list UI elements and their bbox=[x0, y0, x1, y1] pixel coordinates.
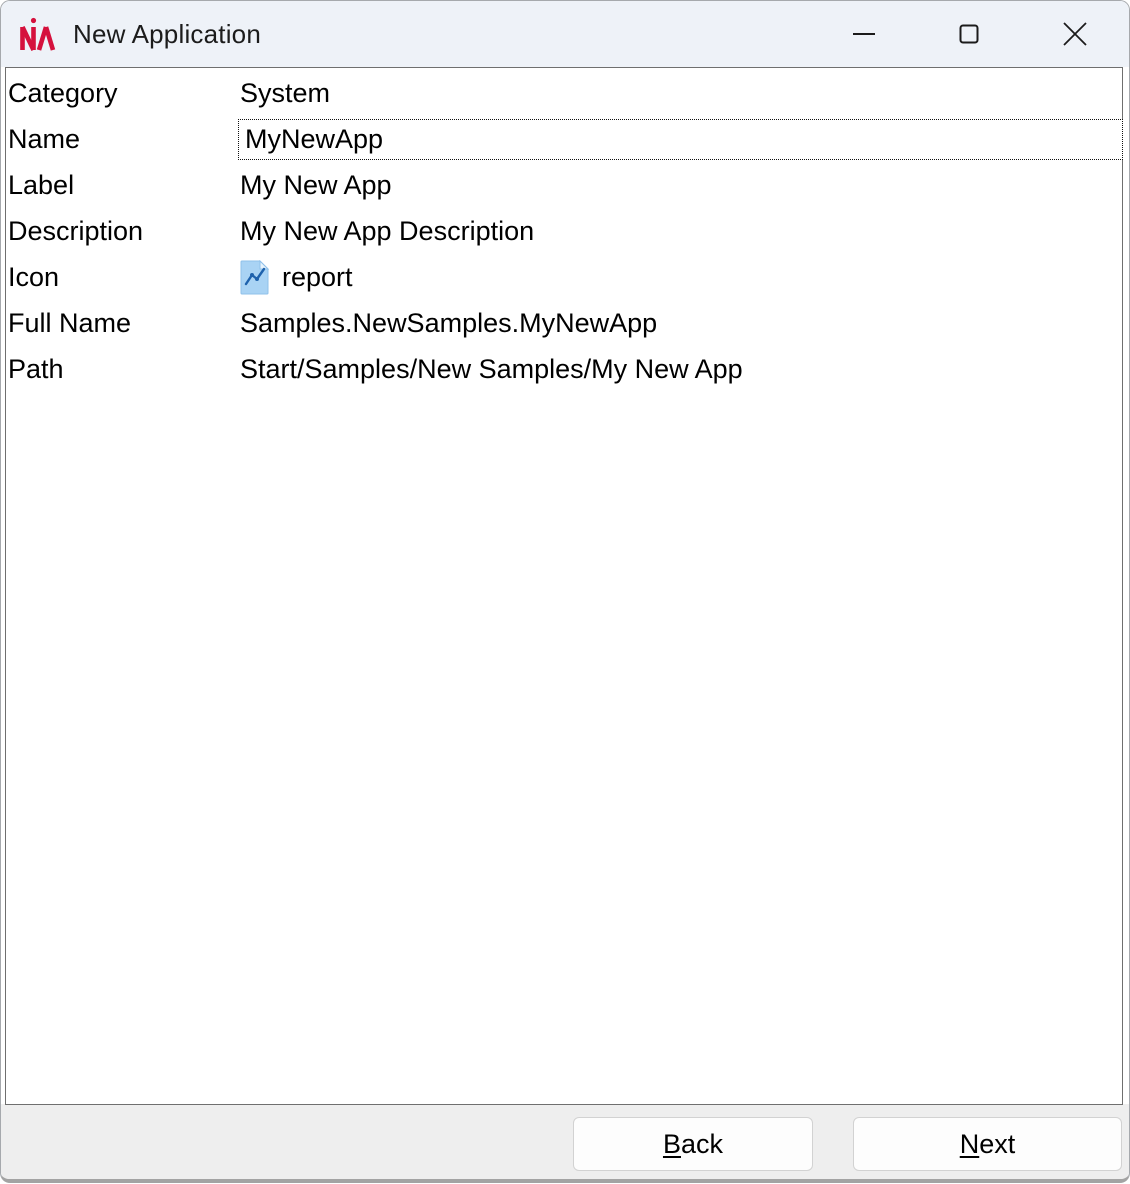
row-full-name: Full Name Samples.NewSamples.MyNewApp bbox=[6, 300, 1122, 346]
maximize-button[interactable] bbox=[934, 13, 1004, 55]
full-name-value[interactable]: Samples.NewSamples.MyNewApp bbox=[232, 308, 1122, 339]
category-value[interactable]: System bbox=[232, 78, 1122, 109]
row-name: Name bbox=[6, 116, 1122, 162]
row-icon: Icon report bbox=[6, 254, 1122, 300]
close-button[interactable] bbox=[1040, 13, 1110, 55]
row-category: Category System bbox=[6, 70, 1122, 116]
close-icon bbox=[1062, 21, 1088, 47]
next-button[interactable]: Next bbox=[853, 1117, 1122, 1171]
icon-label: Icon bbox=[6, 262, 232, 293]
back-button[interactable]: Back bbox=[573, 1117, 813, 1171]
app-logo-icon bbox=[18, 16, 58, 52]
path-label: Path bbox=[6, 354, 232, 385]
report-document-chart-icon bbox=[240, 260, 269, 295]
maximize-icon bbox=[957, 22, 981, 46]
minimize-button[interactable] bbox=[829, 13, 899, 55]
description-value[interactable]: My New App Description bbox=[232, 216, 1122, 247]
icon-value-text: report bbox=[282, 262, 353, 293]
path-value[interactable]: Start/Samples/New Samples/My New App bbox=[232, 354, 1122, 385]
row-path: Path Start/Samples/New Samples/My New Ap… bbox=[6, 346, 1122, 392]
label-label: Label bbox=[6, 170, 232, 201]
icon-value[interactable]: report bbox=[232, 260, 1122, 295]
label-value[interactable]: My New App bbox=[232, 170, 1122, 201]
full-name-label: Full Name bbox=[6, 308, 232, 339]
row-description: Description My New App Description bbox=[6, 208, 1122, 254]
title-bar[interactable]: New Application bbox=[1, 1, 1129, 67]
name-input[interactable] bbox=[238, 119, 1123, 160]
row-label: Label My New App bbox=[6, 162, 1122, 208]
name-label: Name bbox=[6, 124, 238, 155]
application-properties-form: Category System Name Label My New App De… bbox=[6, 68, 1122, 392]
category-label: Category bbox=[6, 78, 232, 109]
form-panel: Category System Name Label My New App De… bbox=[5, 67, 1123, 1105]
new-application-dialog: New Application Category System bbox=[0, 0, 1130, 1183]
window-title: New Application bbox=[73, 19, 261, 50]
description-label: Description bbox=[6, 216, 232, 247]
minimize-icon bbox=[852, 22, 876, 46]
